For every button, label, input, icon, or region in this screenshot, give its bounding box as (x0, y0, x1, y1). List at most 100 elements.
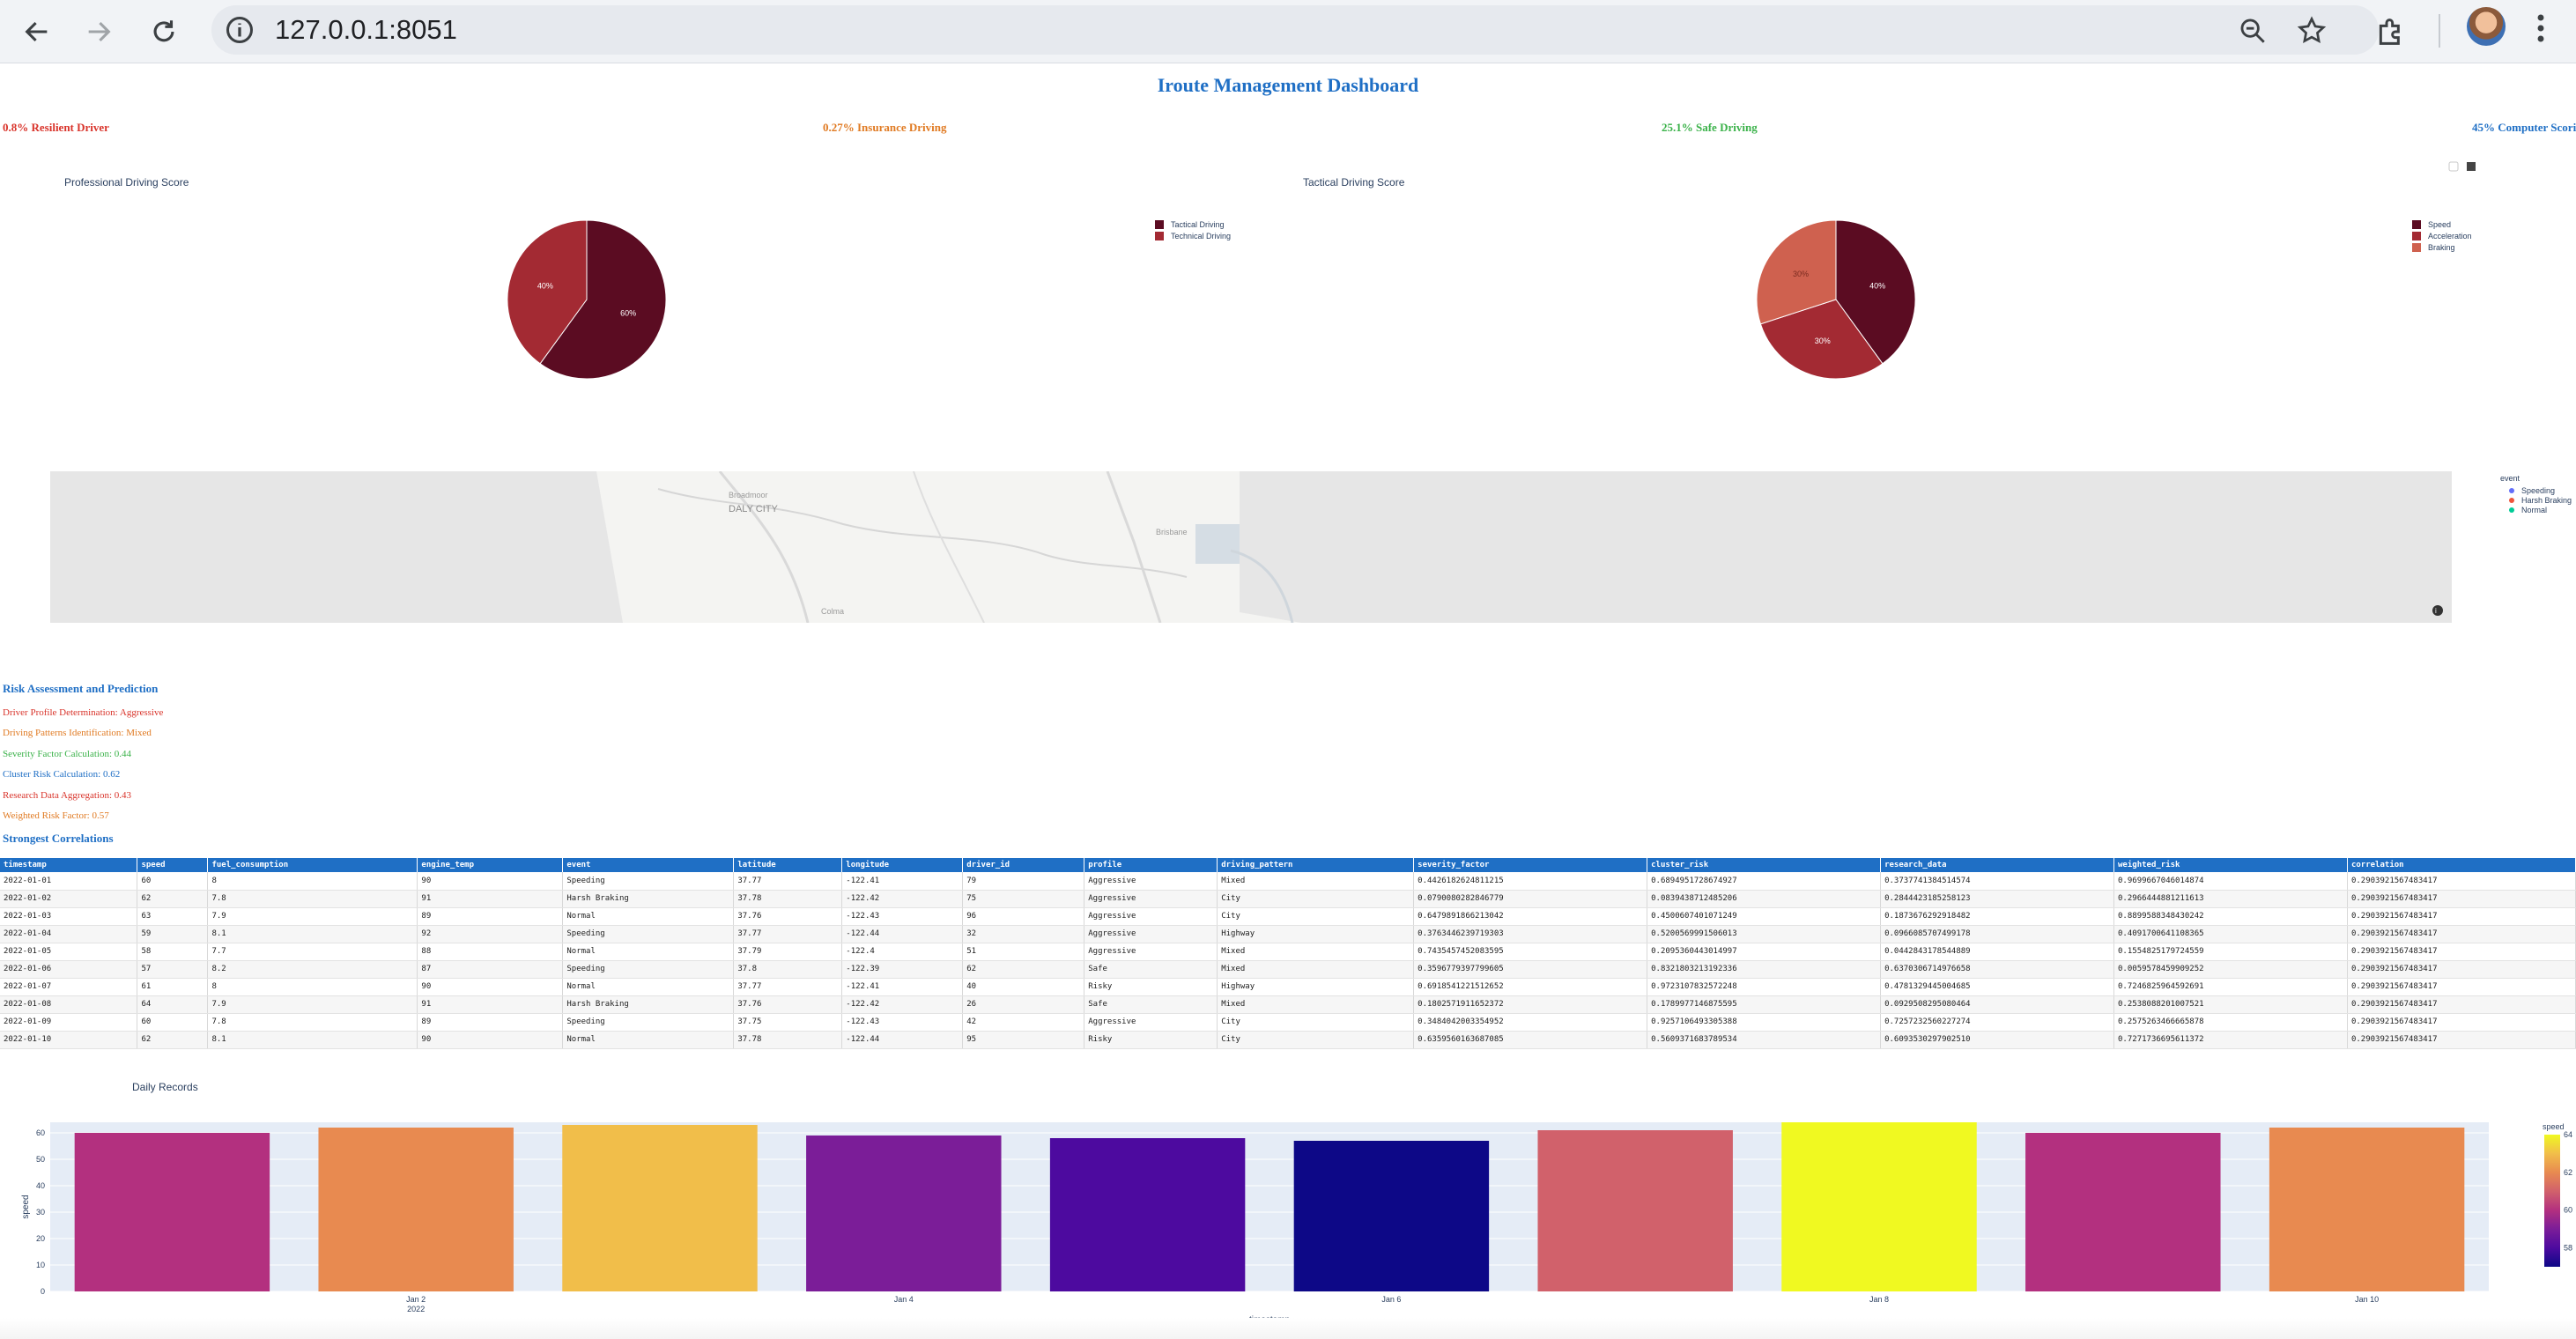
table-cell[interactable]: 2022-01-01 (0, 872, 138, 891)
table-cell[interactable]: 0.4781329445004685 (1880, 978, 2115, 996)
table-cell[interactable]: 0.2844423185258123 (1880, 890, 2115, 908)
table-cell[interactable]: 0.7435457452083595 (1413, 943, 1648, 961)
table-cell[interactable]: 0.0790080282846779 (1413, 890, 1648, 908)
table-cell[interactable]: 63 (137, 907, 209, 926)
column-header-event[interactable]: event (562, 858, 735, 872)
table-cell[interactable]: 0.9257106493305388 (1647, 1013, 1882, 1032)
table-cell[interactable]: 0.8321803213192336 (1647, 960, 1882, 979)
table-cell[interactable]: 0.9723107832572248 (1647, 978, 1882, 996)
profile-avatar[interactable] (2467, 7, 2506, 46)
table-cell[interactable]: 58 (137, 943, 209, 961)
table-cell[interactable]: -122.42 (841, 890, 964, 908)
event-map[interactable]: Broadmoor DALY CITY Brisbane Colma i (50, 471, 2452, 623)
table-cell[interactable]: 0.5200569991506013 (1647, 925, 1882, 943)
bar-2022-01-05[interactable] (1049, 1138, 1246, 1291)
bar-2022-01-02[interactable] (318, 1128, 514, 1291)
table-cell[interactable]: 0.2903921567483417 (2347, 1031, 2576, 1049)
table-cell[interactable]: Speeding (562, 1013, 735, 1032)
table-cell[interactable]: 0.6894951728674927 (1647, 872, 1882, 891)
table-cell[interactable]: 90 (417, 1031, 564, 1049)
zoom-out-icon[interactable] (2238, 16, 2268, 46)
table-cell[interactable]: 0.2903921567483417 (2347, 907, 2576, 926)
table-cell[interactable]: -122.43 (841, 1013, 964, 1032)
table-cell[interactable]: Aggressive (1084, 872, 1218, 891)
table-cell[interactable]: 0.0839438712485206 (1647, 890, 1882, 908)
table-cell[interactable]: 2022-01-07 (0, 978, 138, 996)
table-cell[interactable]: Safe (1084, 960, 1218, 979)
table-cell[interactable]: City (1217, 907, 1415, 926)
table-cell[interactable]: Speeding (562, 872, 735, 891)
table-cell[interactable]: 0.0059578459909252 (2113, 960, 2348, 979)
table-cell[interactable]: 0.4426182624811215 (1413, 872, 1648, 891)
table-cell[interactable]: City (1217, 1013, 1415, 1032)
table-cell[interactable]: 0.2903921567483417 (2347, 943, 2576, 961)
bar-2022-01-03[interactable] (562, 1125, 758, 1291)
table-cell[interactable]: 0.7246825964592691 (2113, 978, 2348, 996)
table-cell[interactable]: 37.8 (733, 960, 843, 979)
table-cell[interactable]: -122.43 (841, 907, 964, 926)
table-cell[interactable]: 0.6370306714976658 (1880, 960, 2115, 979)
column-header-driving-pattern[interactable]: driving_pattern (1217, 858, 1415, 872)
table-cell[interactable]: 2022-01-03 (0, 907, 138, 926)
bar-2022-01-10[interactable] (2269, 1128, 2465, 1291)
column-header-driver-id[interactable]: driver_id (962, 858, 1085, 872)
table-cell[interactable]: Mixed (1217, 872, 1415, 891)
table-cell[interactable]: 0.3763446239719303 (1413, 925, 1648, 943)
table-cell[interactable]: -122.44 (841, 925, 964, 943)
column-header-latitude[interactable]: latitude (733, 858, 843, 872)
column-header-cluster-risk[interactable]: cluster_risk (1647, 858, 1882, 872)
table-cell[interactable]: Harsh Braking (562, 890, 735, 908)
column-header-research-data[interactable]: research_data (1880, 858, 2115, 872)
table-cell[interactable]: -122.39 (841, 960, 964, 979)
table-cell[interactable]: 42 (962, 1013, 1085, 1032)
table-cell[interactable]: 2022-01-06 (0, 960, 138, 979)
table-cell[interactable]: 37.77 (733, 872, 843, 891)
table-cell[interactable]: 26 (962, 995, 1085, 1014)
table-cell[interactable]: 88 (417, 943, 564, 961)
table-cell[interactable]: 37.76 (733, 907, 843, 926)
table-cell[interactable]: 0.1802571911652372 (1413, 995, 1648, 1014)
bar-2022-01-08[interactable] (1781, 1122, 1977, 1291)
table-cell[interactable]: 32 (962, 925, 1085, 943)
table-cell[interactable]: 0.3737741384514574 (1880, 872, 2115, 891)
table-cell[interactable]: 92 (417, 925, 564, 943)
legend-item-tactical-driving[interactable]: Tactical Driving (1155, 218, 1231, 230)
table-cell[interactable]: 90 (417, 978, 564, 996)
table-cell[interactable]: Aggressive (1084, 1013, 1218, 1032)
table-cell[interactable]: Speeding (562, 925, 735, 943)
table-cell[interactable]: 0.1789977146875595 (1647, 995, 1882, 1014)
reload-button[interactable] (143, 11, 185, 53)
table-cell[interactable]: 0.0442843178544889 (1880, 943, 2115, 961)
legend-item-technical-driving[interactable]: Technical Driving (1155, 230, 1231, 241)
table-cell[interactable]: 0.6479891866213042 (1413, 907, 1648, 926)
table-cell[interactable]: 0.2903921567483417 (2347, 890, 2576, 908)
table-cell[interactable]: 57 (137, 960, 209, 979)
table-cell[interactable]: 60 (137, 872, 209, 891)
table-cell[interactable]: 7.8 (207, 1013, 418, 1032)
table-cell[interactable]: 7.9 (207, 907, 418, 926)
table-cell[interactable]: 61 (137, 978, 209, 996)
table-cell[interactable]: 96 (962, 907, 1085, 926)
table-cell[interactable]: 0.6359560163687085 (1413, 1031, 1648, 1049)
column-header-severity-factor[interactable]: severity_factor (1413, 858, 1648, 872)
table-cell[interactable]: 64 (137, 995, 209, 1014)
table-cell[interactable]: -122.44 (841, 1031, 964, 1049)
table-cell[interactable]: 7.9 (207, 995, 418, 1014)
table-cell[interactable]: 2022-01-09 (0, 1013, 138, 1032)
legend-item-braking[interactable]: Braking (2412, 241, 2472, 253)
table-cell[interactable]: Aggressive (1084, 907, 1218, 926)
table-cell[interactable]: 89 (417, 1013, 564, 1032)
bar-2022-01-04[interactable] (806, 1136, 1002, 1291)
table-cell[interactable]: 62 (137, 1031, 209, 1049)
table-cell[interactable]: 62 (962, 960, 1085, 979)
column-header-longitude[interactable]: longitude (841, 858, 964, 872)
table-cell[interactable]: 0.2903921567483417 (2347, 1013, 2576, 1032)
table-cell[interactable]: 0.8899588348430242 (2113, 907, 2348, 926)
table-cell[interactable]: 0.3596779397799605 (1413, 960, 1648, 979)
table-cell[interactable]: 0.1873676292918482 (1880, 907, 2115, 926)
table-cell[interactable]: 0.2903921567483417 (2347, 872, 2576, 891)
table-cell[interactable]: 0.6093530297902510 (1880, 1031, 2115, 1049)
table-cell[interactable]: 2022-01-04 (0, 925, 138, 943)
table-cell[interactable]: Harsh Braking (562, 995, 735, 1014)
browser-menu-icon[interactable] (2530, 11, 2551, 46)
